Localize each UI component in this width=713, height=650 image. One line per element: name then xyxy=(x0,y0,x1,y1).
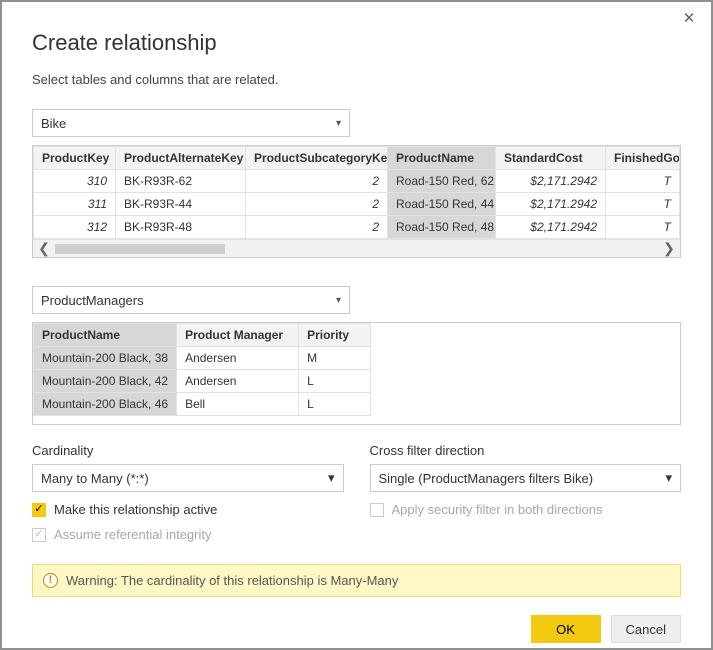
table-header-row: ProductKey ProductAlternateKey ProductSu… xyxy=(34,147,680,170)
security-filter-checkbox-row: ✓ Apply security filter in both directio… xyxy=(370,502,682,517)
dialog-title: Create relationship xyxy=(32,30,681,56)
cardinality-select[interactable]: Many to Many (*:*) ▾ xyxy=(32,464,344,492)
table-row[interactable]: Mountain-200 Black, 46 Bell L xyxy=(34,393,371,416)
table1-grid: ProductKey ProductAlternateKey ProductSu… xyxy=(32,145,681,258)
checkbox-disabled-icon: ✓ xyxy=(32,528,46,542)
table-row[interactable]: 311 BK-R93R-44 2 Road-150 Red, 44 $2,171… xyxy=(34,193,680,216)
checkbox-checked-icon[interactable]: ✓ xyxy=(32,503,46,517)
horizontal-scrollbar[interactable]: ❮ ❯ xyxy=(33,239,680,257)
scroll-left-icon[interactable]: ❮ xyxy=(33,240,55,257)
table-row[interactable]: 312 BK-R93R-48 2 Road-150 Red, 48 $2,171… xyxy=(34,216,680,239)
crossfilter-select[interactable]: Single (ProductManagers filters Bike) ▾ xyxy=(370,464,682,492)
warning-icon: ! xyxy=(43,573,58,588)
table-row[interactable]: 310 BK-R93R-62 2 Road-150 Red, 62 $2,171… xyxy=(34,170,680,193)
dialog-subtitle: Select tables and columns that are relat… xyxy=(32,72,681,87)
create-relationship-dialog: ✕ Create relationship Select tables and … xyxy=(0,0,713,650)
cardinality-label: Cardinality xyxy=(32,443,344,458)
scroll-right-icon[interactable]: ❯ xyxy=(658,240,680,257)
table1-select[interactable]: Bike ▾ xyxy=(32,109,350,137)
crossfilter-label: Cross filter direction xyxy=(370,443,682,458)
chevron-down-icon: ▾ xyxy=(336,295,341,306)
cancel-button[interactable]: Cancel xyxy=(611,615,681,643)
assume-ri-label: Assume referential integrity xyxy=(54,527,212,542)
chevron-down-icon: ▾ xyxy=(336,118,341,129)
checkbox-empty-icon: ✓ xyxy=(370,503,384,517)
col-productkey[interactable]: ProductKey xyxy=(34,147,116,170)
table-row[interactable]: Mountain-200 Black, 42 Andersen L xyxy=(34,370,371,393)
warning-text: Warning: The cardinality of this relatio… xyxy=(66,573,398,588)
col-productname[interactable]: ProductName xyxy=(388,147,496,170)
col-productalternatekey[interactable]: ProductAlternateKey xyxy=(116,147,246,170)
chevron-down-icon: ▾ xyxy=(328,470,335,486)
cardinality-value: Many to Many (*:*) xyxy=(41,471,149,486)
col-standardcost[interactable]: StandardCost xyxy=(496,147,606,170)
col-productname[interactable]: ProductName xyxy=(34,324,177,347)
chevron-down-icon: ▾ xyxy=(665,470,672,486)
table2-grid: ProductName Product Manager Priority Mou… xyxy=(32,322,681,425)
table2-select[interactable]: ProductManagers ▾ xyxy=(32,286,350,314)
ok-button[interactable]: OK xyxy=(531,615,601,643)
col-productsubcategorykey[interactable]: ProductSubcategoryKey xyxy=(246,147,388,170)
dialog-footer: OK Cancel xyxy=(2,597,711,643)
col-productmanager[interactable]: Product Manager xyxy=(177,324,299,347)
table1-select-value: Bike xyxy=(41,116,66,131)
active-checkbox-label: Make this relationship active xyxy=(54,502,217,517)
security-filter-label: Apply security filter in both directions xyxy=(392,502,603,517)
close-icon[interactable]: ✕ xyxy=(681,12,697,28)
crossfilter-value: Single (ProductManagers filters Bike) xyxy=(379,471,594,486)
col-finishedgoodsflag[interactable]: FinishedGoodsFlag xyxy=(606,147,680,170)
scroll-thumb[interactable] xyxy=(55,244,225,254)
active-checkbox-row[interactable]: ✓ Make this relationship active xyxy=(32,502,344,517)
table-header-row: ProductName Product Manager Priority xyxy=(34,324,371,347)
col-priority[interactable]: Priority xyxy=(299,324,371,347)
assume-ri-checkbox-row: ✓ Assume referential integrity xyxy=(32,527,344,542)
table2-select-value: ProductManagers xyxy=(41,293,144,308)
warning-bar: ! Warning: The cardinality of this relat… xyxy=(32,564,681,597)
scroll-track[interactable] xyxy=(55,243,658,255)
table-row[interactable]: Mountain-200 Black, 38 Andersen M xyxy=(34,347,371,370)
